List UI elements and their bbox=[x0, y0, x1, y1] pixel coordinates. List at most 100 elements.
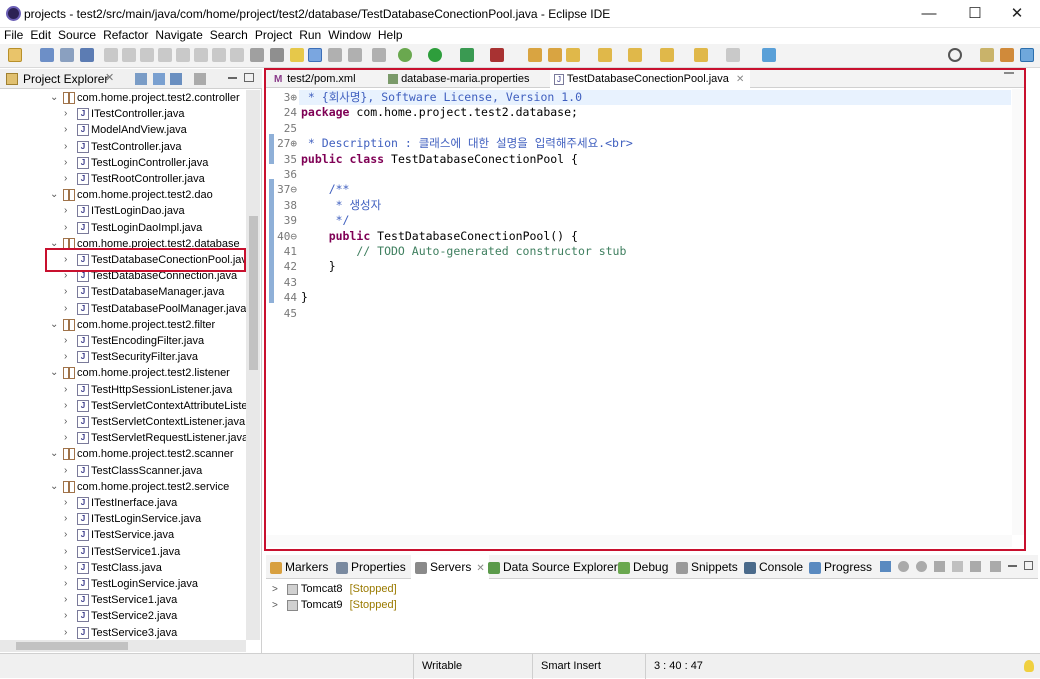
open-type-icon[interactable] bbox=[528, 48, 542, 62]
chevron-right-icon[interactable]: › bbox=[64, 592, 67, 608]
tree-file[interactable]: › J ITestInerface.java bbox=[0, 495, 246, 511]
view-menu-icon[interactable] bbox=[990, 561, 1001, 572]
menu-file[interactable]: File bbox=[0, 28, 26, 42]
menu-project[interactable]: Project bbox=[251, 28, 295, 42]
run-icon[interactable] bbox=[428, 48, 442, 62]
back-icon[interactable] bbox=[694, 48, 708, 62]
menu-run[interactable]: Run bbox=[295, 28, 324, 42]
chevron-right-icon[interactable]: › bbox=[64, 511, 67, 527]
tree-file[interactable]: › J TestServletContextAttributeListe bbox=[0, 398, 246, 414]
server-row-tomcat9[interactable]: > Tomcat9 [Stopped] bbox=[272, 597, 472, 613]
suspend-icon[interactable] bbox=[140, 48, 154, 62]
menu-search[interactable]: Search bbox=[206, 28, 251, 42]
collapse-all-icon[interactable] bbox=[135, 73, 147, 85]
view-menu-icon[interactable] bbox=[194, 73, 206, 85]
format-icon[interactable] bbox=[250, 48, 264, 62]
chevron-right-icon[interactable]: › bbox=[64, 625, 67, 640]
publish-icon[interactable] bbox=[970, 561, 981, 572]
tab-progress[interactable]: Progress bbox=[809, 555, 872, 579]
chevron-right-icon[interactable]: › bbox=[64, 495, 67, 511]
highlight-icon[interactable] bbox=[308, 48, 322, 62]
block-selection-icon[interactable] bbox=[328, 48, 342, 62]
java-ee-perspective-icon[interactable] bbox=[1000, 48, 1014, 62]
step-over-icon[interactable] bbox=[212, 48, 226, 62]
tab-debug[interactable]: Debug bbox=[618, 555, 668, 579]
server-row-tomcat8[interactable]: > Tomcat8 [Stopped] bbox=[272, 581, 472, 597]
chevron-down-icon[interactable]: ⌄ bbox=[50, 317, 58, 333]
tree-file[interactable]: › J TestService1.java bbox=[0, 592, 246, 608]
chevron-right-icon[interactable]: › bbox=[64, 284, 67, 300]
close-button[interactable]: ✕ bbox=[994, 0, 1040, 28]
tree-file[interactable]: › J TestClass.java bbox=[0, 560, 246, 576]
tree-package[interactable]: ⌄ com.home.project.test2.controller bbox=[0, 90, 246, 106]
print-icon[interactable] bbox=[80, 48, 94, 62]
open-perspective-icon[interactable] bbox=[980, 48, 994, 62]
tree-package[interactable]: ⌄ com.home.project.test2.scanner bbox=[0, 446, 246, 462]
chevron-right-icon[interactable]: › bbox=[64, 106, 67, 122]
step-return-icon[interactable] bbox=[230, 48, 244, 62]
menu-navigate[interactable]: Navigate bbox=[151, 28, 205, 42]
chevron-down-icon[interactable]: ⌄ bbox=[50, 365, 58, 381]
close-icon[interactable]: ✕ bbox=[105, 71, 114, 84]
tree-file[interactable]: › J TestHttpSessionListener.java bbox=[0, 382, 246, 398]
forward-icon[interactable] bbox=[726, 48, 740, 62]
pin-editor-icon[interactable] bbox=[762, 48, 776, 62]
chevron-down-icon[interactable]: ⌄ bbox=[50, 90, 58, 106]
terminate-icon[interactable] bbox=[158, 48, 172, 62]
filter-icon[interactable] bbox=[170, 73, 182, 85]
tree-file[interactable]: › J TestDatabasePoolManager.java bbox=[0, 301, 246, 317]
chevron-right-icon[interactable]: › bbox=[64, 544, 67, 560]
tree-package[interactable]: ⌄ com.home.project.test2.listener bbox=[0, 365, 246, 381]
debug-server-icon[interactable] bbox=[898, 561, 909, 572]
chevron-right-icon[interactable]: › bbox=[64, 398, 67, 414]
minimize-icon[interactable] bbox=[1008, 565, 1017, 567]
tree-file[interactable]: › J ITestController.java bbox=[0, 106, 246, 122]
tab-markers[interactable]: Markers bbox=[270, 555, 328, 579]
chevron-right-icon[interactable]: › bbox=[64, 576, 67, 592]
last-edit-icon[interactable] bbox=[660, 48, 674, 62]
chevron-right-icon[interactable]: › bbox=[64, 155, 67, 171]
link-editor-icon[interactable] bbox=[153, 73, 165, 85]
tree-file[interactable]: › J TestEncodingFilter.java bbox=[0, 333, 246, 349]
save-all-icon[interactable] bbox=[60, 48, 74, 62]
disconnect-icon[interactable] bbox=[176, 48, 190, 62]
explorer-hscroll-thumb[interactable] bbox=[16, 642, 128, 650]
debug-perspective-icon[interactable] bbox=[1020, 48, 1034, 62]
minimize-icon[interactable] bbox=[228, 77, 237, 79]
tree-file[interactable]: › J TestSecurityFilter.java bbox=[0, 349, 246, 365]
explorer-vertical-scrollbar[interactable] bbox=[246, 90, 260, 640]
task-icon[interactable] bbox=[566, 48, 580, 62]
chevron-right-icon[interactable]: › bbox=[64, 608, 67, 624]
chevron-right-icon[interactable]: › bbox=[64, 171, 67, 187]
maximize-icon[interactable] bbox=[1024, 561, 1033, 570]
stop-server-icon[interactable] bbox=[952, 561, 963, 572]
tree-file[interactable]: › J ITestService.java bbox=[0, 527, 246, 543]
external-tools-icon[interactable] bbox=[490, 48, 504, 62]
tree-file[interactable]: › J TestDatabaseManager.java bbox=[0, 284, 246, 300]
tab-servers[interactable]: Servers ✕ bbox=[411, 555, 489, 579]
tree-package[interactable]: ⌄ com.home.project.test2.service bbox=[0, 479, 246, 495]
chevron-right-icon[interactable]: › bbox=[64, 560, 67, 576]
tree-file[interactable]: › J TestServletRequestListener.java bbox=[0, 430, 246, 446]
pilcrow-icon[interactable] bbox=[372, 48, 386, 62]
tree-file[interactable]: › J ITestLoginDao.java bbox=[0, 203, 246, 219]
chevron-right-icon[interactable]: › bbox=[64, 527, 67, 543]
next-annotation-icon[interactable] bbox=[598, 48, 612, 62]
skip-breakpoints-icon[interactable] bbox=[104, 48, 118, 62]
open-resource-icon[interactable] bbox=[548, 48, 562, 62]
tree-file[interactable]: › J TestLoginController.java bbox=[0, 155, 246, 171]
chevron-right-icon[interactable]: › bbox=[64, 414, 67, 430]
new-icon[interactable] bbox=[8, 48, 22, 62]
tab-properties[interactable]: Properties bbox=[336, 555, 406, 579]
chevron-right-icon[interactable]: > bbox=[272, 598, 284, 614]
tree-file[interactable]: › J TestServletContextListener.java bbox=[0, 414, 246, 430]
chevron-right-icon[interactable]: › bbox=[64, 203, 67, 219]
menu-edit[interactable]: Edit bbox=[26, 28, 54, 42]
profile-server-icon[interactable] bbox=[934, 561, 945, 572]
tree-package[interactable]: ⌄ com.home.project.test2.dao bbox=[0, 187, 246, 203]
step-into-icon[interactable] bbox=[194, 48, 208, 62]
tree-file[interactable]: › J TestLoginService.java bbox=[0, 576, 246, 592]
mark-occurrences-icon[interactable] bbox=[290, 48, 304, 62]
collapse-icon[interactable] bbox=[880, 561, 891, 572]
tree-file[interactable]: › J TestService3.java bbox=[0, 625, 246, 640]
